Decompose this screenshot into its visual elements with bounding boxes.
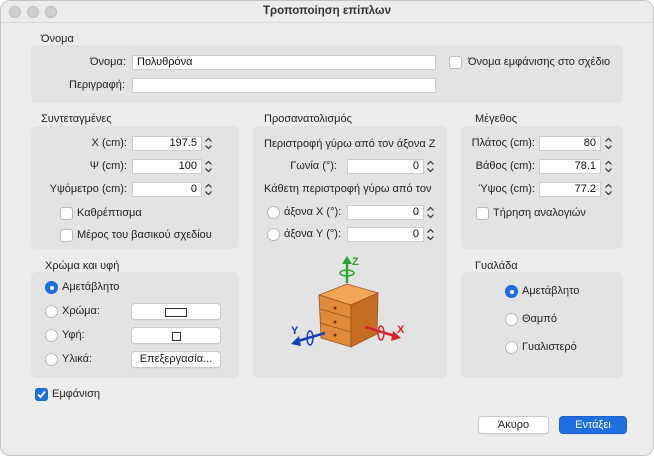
mirror-label: Καθρέπτισμα <box>77 207 142 219</box>
depth-stepper[interactable] <box>604 159 613 174</box>
height-stepper[interactable] <box>604 182 613 197</box>
y-axis-radio[interactable] <box>267 228 280 241</box>
gloss-unchanged-label: Αμετάβλητο <box>522 285 580 297</box>
angle-label: Γωνία (°): <box>290 160 337 172</box>
x-axis-label: άξονα X (°): <box>284 206 342 218</box>
checkmark-icon <box>37 390 46 399</box>
y-axis-text: Y <box>291 325 299 337</box>
x-axis-stepper[interactable] <box>426 205 435 220</box>
shiny-label: Γυαλιστερό <box>522 341 577 353</box>
matt-radio[interactable] <box>505 313 518 326</box>
height-field[interactable]: 77.2 <box>539 182 601 197</box>
orientation-section-title: Προσανατολισμός <box>264 113 352 125</box>
name-section-box <box>31 45 623 103</box>
elevation-field[interactable]: 0 <box>132 182 202 197</box>
name-section-title: Όνομα <box>41 33 74 45</box>
angle-field[interactable]: 0 <box>347 159 424 174</box>
ok-button[interactable]: Εντάξει <box>559 416 627 434</box>
name-label: Όνομα: <box>90 56 126 68</box>
materials-label: Υλικά: <box>62 353 93 365</box>
coordinates-section-title: Συντεταγμένες <box>41 113 112 125</box>
width-field[interactable]: 80 <box>539 136 601 151</box>
drawer-knob <box>333 306 337 310</box>
visible-label: Εμφάνιση <box>52 388 101 400</box>
cancel-button[interactable]: Άκυρο <box>478 416 549 434</box>
width-label: Πλάτος (cm): <box>471 137 535 149</box>
angle-stepper[interactable] <box>426 159 435 174</box>
base-plan-label: Μέρος του βασικού σχεδίου <box>77 229 212 241</box>
elevation-label: Υψόμετρο (cm): <box>49 183 127 195</box>
z-rotation-label: Περιστροφή γύρω από τον άξονα Z <box>264 138 436 150</box>
x-field[interactable]: 197.5 <box>132 136 202 151</box>
name-field[interactable]: Πολυθρόνα <box>132 55 436 70</box>
visible-name-label: Όνομα εμφάνισης στο σχέδιο <box>468 56 611 68</box>
title-bar: Τροποποίηση επίπλων <box>1 1 653 23</box>
height-label: Ύψος (cm): <box>478 183 535 195</box>
mirror-checkbox[interactable] <box>60 207 73 220</box>
color-label: Χρώμα: <box>62 305 100 317</box>
materials-radio[interactable] <box>45 353 58 366</box>
y-axis-label: άξονα Y (°): <box>284 228 341 240</box>
matt-label: Θαμπό <box>522 313 557 325</box>
color-texture-section-title: Χρώμα και υφή <box>45 260 120 272</box>
color-swatch-icon <box>165 308 187 318</box>
materials-edit-button[interactable]: Επεξεργασία... <box>131 351 221 368</box>
z-axis-text: Z <box>352 256 359 268</box>
elevation-stepper[interactable] <box>204 182 213 197</box>
x-label: X (cm): <box>91 137 127 149</box>
keep-proportions-checkbox[interactable] <box>476 207 489 220</box>
keep-proportions-label: Τήρηση αναλογιών <box>493 207 586 219</box>
gloss-unchanged-radio[interactable] <box>505 285 518 298</box>
depth-label: Βάθος (cm): <box>475 160 535 172</box>
visible-name-checkbox[interactable] <box>449 56 462 69</box>
color-radio[interactable] <box>45 305 58 318</box>
base-plan-checkbox[interactable] <box>60 229 73 242</box>
x-axis-text: X <box>397 324 405 336</box>
texture-swatch-icon <box>171 332 181 342</box>
orientation-preview[interactable]: Z X Y <box>285 253 415 353</box>
texture-label: Υφή: <box>62 329 85 341</box>
z-axis-arrowhead <box>342 256 352 264</box>
color-unchanged-radio[interactable] <box>45 281 58 294</box>
texture-radio[interactable] <box>45 329 58 342</box>
color-picker-button[interactable] <box>131 303 221 320</box>
depth-field[interactable]: 78.1 <box>539 159 601 174</box>
y-field[interactable]: 100 <box>132 159 202 174</box>
y-axis-arrowhead <box>291 336 301 346</box>
color-unchanged-label: Αμετάβλητο <box>62 281 120 293</box>
vertical-rotation-label: Κάθετη περιστροφή γύρω από τον <box>264 183 432 195</box>
window-title: Τροποποίηση επίπλων <box>262 5 392 17</box>
y-stepper[interactable] <box>204 159 213 174</box>
width-stepper[interactable] <box>604 136 613 151</box>
texture-picker-button[interactable] <box>131 327 221 344</box>
size-section-title: Μέγεθος <box>475 113 518 125</box>
visible-checkbox[interactable] <box>35 388 48 401</box>
x-stepper[interactable] <box>204 136 213 151</box>
dialog-window: Τροποποίηση επίπλων Όνομα Όνομα: Πολυθρό… <box>0 0 654 456</box>
y-axis-stepper[interactable] <box>426 227 435 242</box>
drawer-knob <box>333 333 337 337</box>
drawer-knob <box>333 320 337 324</box>
description-label: Περιγραφή: <box>69 79 125 91</box>
description-field[interactable] <box>132 78 436 93</box>
shiny-radio[interactable] <box>505 341 518 354</box>
y-axis-field[interactable]: 0 <box>347 227 424 242</box>
y-label: Ψ (cm): <box>89 160 127 172</box>
x-axis-radio[interactable] <box>267 206 280 219</box>
gloss-section-title: Γυαλάδα <box>475 260 518 272</box>
x-axis-field[interactable]: 0 <box>347 205 424 220</box>
